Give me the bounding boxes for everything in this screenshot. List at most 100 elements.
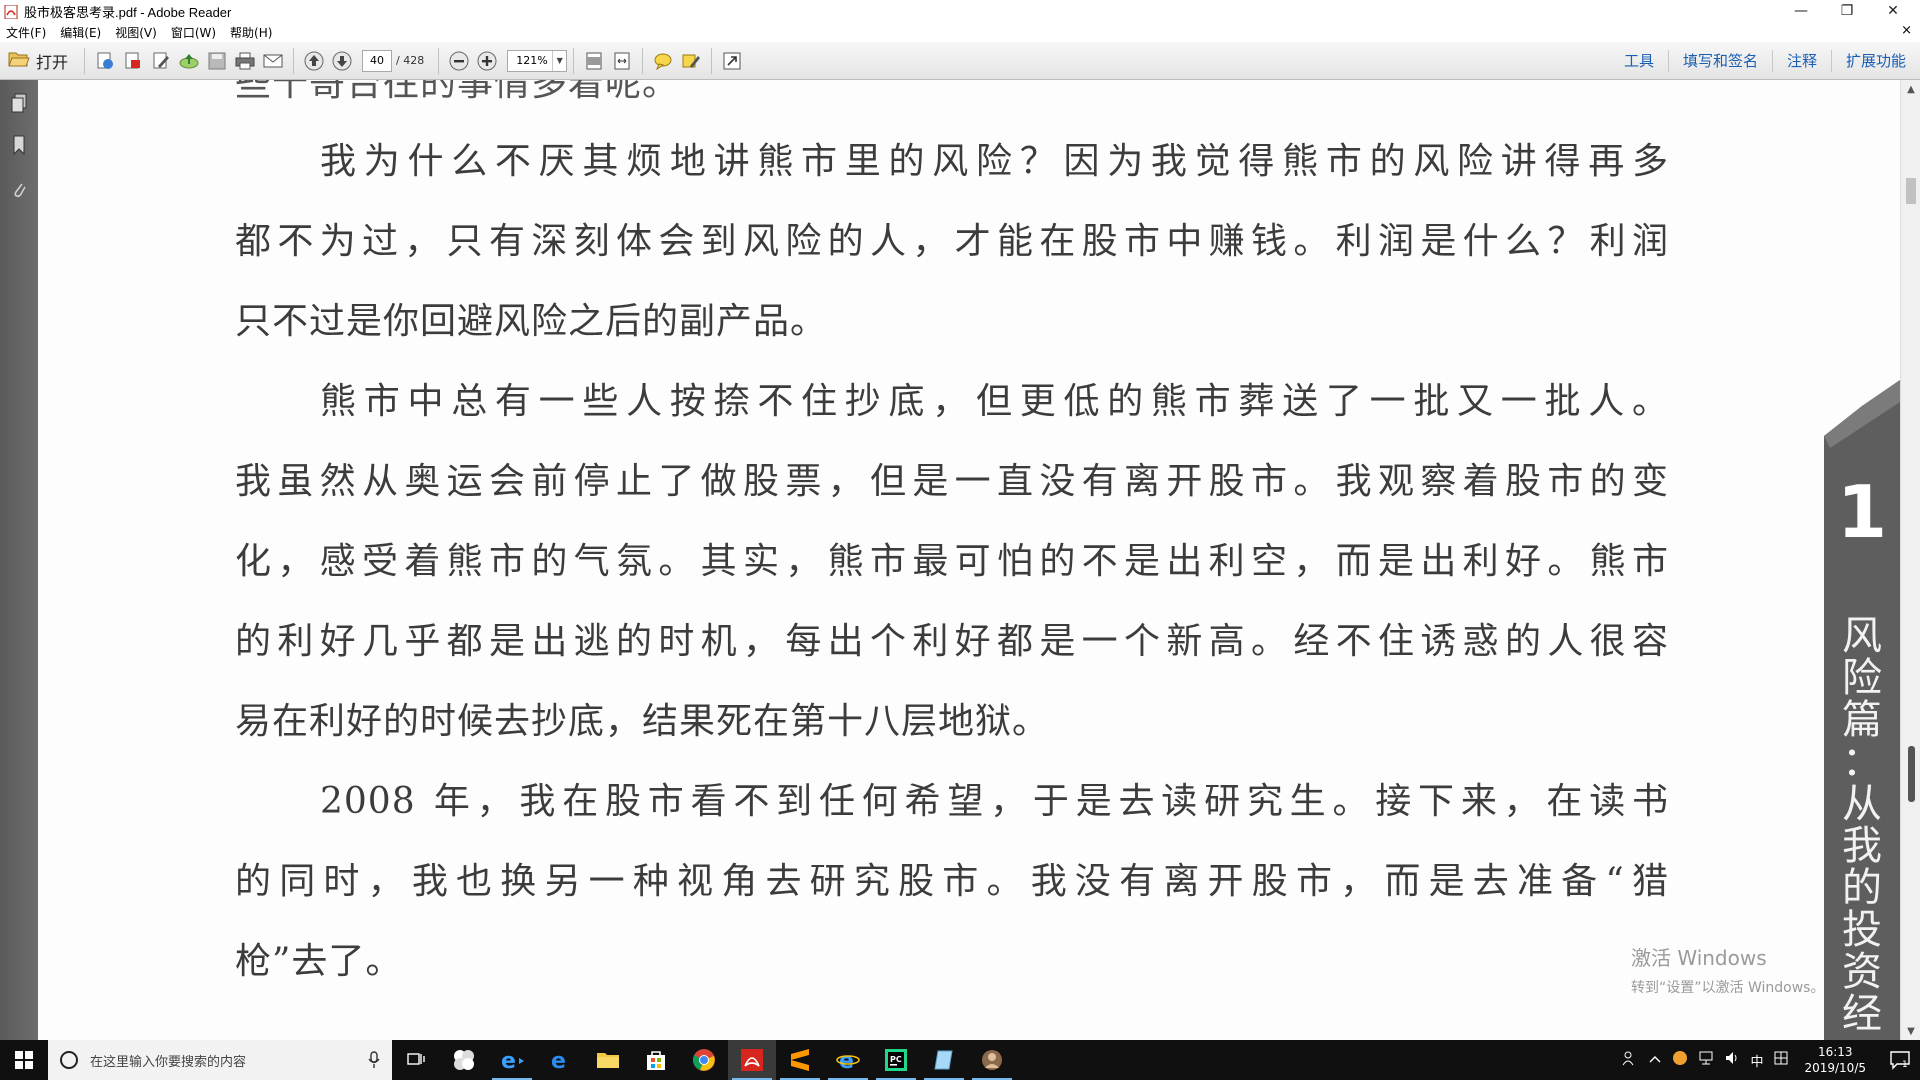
previous-page-button[interactable]: [300, 47, 328, 75]
text-line: 熊市中总有一些人按捺不住抄底，但更低的熊市葬送了一批又一批人。: [320, 381, 1669, 422]
taskbar-app-edge[interactable]: e: [536, 1040, 584, 1080]
system-tray: 中 16:13 2019/10/5 1: [1617, 1040, 1920, 1080]
portrait-app-icon: [982, 1050, 1002, 1070]
folder-icon: [597, 1053, 619, 1068]
taskbar-app-pycharm[interactable]: PC: [872, 1040, 920, 1080]
create-pdf-icon: [97, 52, 114, 69]
fit-width-button[interactable]: [608, 47, 636, 75]
chapter-title-char: ：: [1842, 739, 1882, 785]
full-screen-button[interactable]: [718, 47, 746, 75]
expand-icon: [723, 52, 741, 69]
taskbar-app-file-explorer[interactable]: [584, 1040, 632, 1080]
text-line: 2008 年，我在股市看不到任何希望，于是去读研究生。接下来，在读书: [320, 781, 1669, 822]
restore-button[interactable]: ❐: [1824, 0, 1870, 22]
taskbar-app-chrome[interactable]: [680, 1040, 728, 1080]
taskbar-app-ie-arrow[interactable]: e: [488, 1040, 536, 1080]
chapter-title-char: 风: [1842, 613, 1882, 659]
page-thumbnails-icon: [11, 93, 27, 113]
action-center-button[interactable]: 1: [1880, 1040, 1920, 1080]
close-window-button[interactable]: ✕: [1870, 0, 1916, 22]
toolbar-separator: [84, 47, 86, 74]
scroll-thumb[interactable]: [1906, 178, 1916, 204]
zoom-in-button[interactable]: [473, 47, 501, 75]
menu-view[interactable]: 视图(V): [115, 24, 157, 41]
taskbar-app-photo[interactable]: [968, 1040, 1016, 1080]
comment-button[interactable]: [649, 47, 677, 75]
plus-circle-icon: [477, 51, 497, 70]
pdf-page: 些十哥台往的事情多着呢。 我为什么不厌其烦地讲熊市里的风险？因为我觉得熊市的风险…: [38, 80, 1900, 1040]
people-icon[interactable]: [1622, 1050, 1638, 1070]
taskbar-app-store[interactable]: [632, 1040, 680, 1080]
paperclip-icon: [14, 183, 26, 198]
input-method-indicator[interactable]: 中: [1750, 1051, 1763, 1070]
minimize-button[interactable]: —: [1778, 0, 1824, 22]
microphone-icon[interactable]: [368, 1051, 380, 1073]
upload-cloud-button[interactable]: [175, 47, 203, 75]
menu-bar: 文件(F) 编辑(E) 视图(V) 窗口(W) 帮助(H) ×: [0, 22, 1920, 42]
chapter-title-char: 从: [1842, 781, 1882, 827]
notification-icon: 1: [1890, 1051, 1910, 1070]
page-number-input[interactable]: 40: [362, 49, 393, 72]
menu-edit[interactable]: 编辑(E): [60, 24, 101, 41]
text-line: 些十哥台往的事情多着呢。: [235, 80, 680, 104]
volume-icon[interactable]: [1724, 1050, 1740, 1070]
page-thumbnails-button[interactable]: [9, 92, 29, 114]
scroll-down-icon[interactable]: ▼: [1904, 1024, 1918, 1038]
edit-pdf-button[interactable]: [147, 47, 175, 75]
minus-circle-icon: [449, 51, 469, 70]
taskbar-app-sublime[interactable]: [776, 1040, 824, 1080]
taskbar-app-adobe-reader[interactable]: [728, 1040, 776, 1080]
network-icon[interactable]: [1698, 1050, 1714, 1070]
extend-pane-link[interactable]: 扩展功能: [1830, 50, 1920, 72]
internet-explorer-icon: e: [836, 1049, 860, 1072]
zoom-out-button[interactable]: [445, 47, 473, 75]
save-button[interactable]: [203, 47, 231, 75]
menu-file[interactable]: 文件(F): [6, 24, 46, 41]
taskbar-app-ie[interactable]: e: [824, 1040, 872, 1080]
notepad-icon: [934, 1050, 953, 1070]
open-button[interactable]: 打开: [8, 47, 68, 75]
attachments-button[interactable]: [9, 178, 29, 200]
scroll-position-indicator[interactable]: [1908, 746, 1915, 802]
speech-bubble-icon: [654, 53, 672, 70]
system-clock[interactable]: 16:13 2019/10/5: [1804, 1044, 1866, 1076]
document-view[interactable]: 些十哥台往的事情多着呢。 我为什么不厌其烦地讲熊市里的风险？因为我觉得熊市的风险…: [38, 80, 1900, 1040]
fit-width-icon: [614, 52, 630, 69]
tray-app-icon[interactable]: [1672, 1050, 1688, 1070]
create-pdf-button[interactable]: [91, 47, 119, 75]
task-view-button[interactable]: [392, 1040, 440, 1080]
bookmarks-button[interactable]: [9, 134, 29, 156]
toolbar-separator: [438, 47, 440, 74]
clock-date: 2019/10/5: [1804, 1061, 1866, 1075]
fit-page-icon: [586, 52, 602, 69]
chapter-number: 1: [1836, 470, 1888, 554]
navigation-panel: [0, 80, 38, 1040]
email-button[interactable]: [259, 47, 287, 75]
menu-help[interactable]: 帮助(H): [230, 24, 272, 41]
svg-text:e: e: [501, 1049, 516, 1072]
chevron-down-icon[interactable]: ▼: [552, 50, 566, 71]
cloud-upload-icon: [179, 53, 199, 68]
fill-sign-pane-link[interactable]: 填写和签名: [1667, 50, 1772, 72]
print-button[interactable]: [231, 47, 259, 75]
taskbar-search-box[interactable]: 在这里输入你要搜索的内容: [48, 1040, 392, 1080]
fit-page-button[interactable]: [580, 47, 608, 75]
taskbar-app-pinwheel[interactable]: [440, 1040, 488, 1080]
toolbar-separator: [573, 47, 575, 74]
vertical-scrollbar[interactable]: ▲ ▼: [1900, 80, 1920, 1040]
highlight-button[interactable]: [677, 47, 705, 75]
export-pdf-button[interactable]: [119, 47, 147, 75]
start-button[interactable]: [0, 1040, 48, 1080]
cortana-circle-icon: [60, 1051, 78, 1069]
next-page-button[interactable]: [328, 47, 356, 75]
scroll-up-icon[interactable]: ▲: [1904, 82, 1918, 96]
taskbar-app-notes[interactable]: [920, 1040, 968, 1080]
menu-window[interactable]: 窗口(W): [171, 24, 216, 41]
keyboard-layout-icon[interactable]: [1773, 1050, 1789, 1070]
chevron-up-icon[interactable]: [1648, 1053, 1662, 1068]
zoom-level-select[interactable]: 121% ▼: [507, 49, 568, 72]
windows-taskbar: 在这里输入你要搜索的内容 e e e PC 中 16:13 2019/10/5 …: [0, 1040, 1920, 1080]
tools-pane-link[interactable]: 工具: [1610, 50, 1668, 72]
comment-pane-link[interactable]: 注释: [1771, 50, 1831, 72]
close-document-button[interactable]: ×: [1901, 23, 1912, 38]
